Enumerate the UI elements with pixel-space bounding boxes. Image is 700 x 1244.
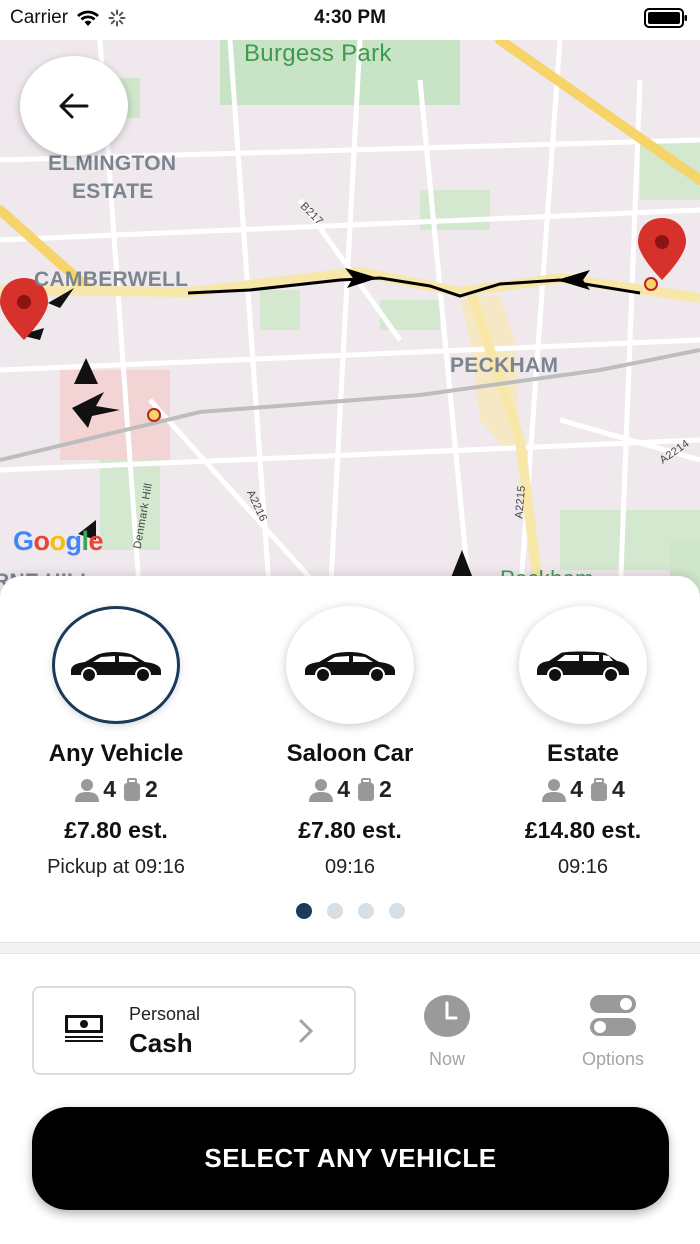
luggage-count: 2 [379, 776, 392, 802]
vehicle-icon-circle [519, 606, 647, 724]
back-button[interactable] [20, 56, 128, 156]
section-divider [0, 942, 700, 954]
vehicle-pickup: Pickup at 09:16 [47, 856, 185, 878]
map-label-estate: ESTATE [72, 180, 154, 203]
page-dot-4[interactable] [388, 903, 405, 919]
vehicle-price: £14.80 est. [524, 817, 642, 843]
map-label-park: Burgess Park [244, 40, 392, 67]
payment-method-selector[interactable]: Personal Cash [32, 986, 356, 1075]
options-label: Options [581, 1049, 645, 1069]
dropoff-pin [638, 218, 686, 280]
chevron-right-icon [299, 1019, 314, 1043]
status-bar: Carrier 4:30 PM [0, 0, 700, 40]
arrow-left-icon [59, 93, 89, 119]
vehicle-name: Estate [546, 740, 620, 767]
vehicle-card-estate[interactable]: Estate 4 4 £14.80 est. 09:16 [467, 606, 699, 879]
luggage-count: 2 [145, 776, 158, 802]
vehicle-icon-circle [286, 606, 414, 724]
map-label-camberwell: CAMBERWELL [34, 268, 189, 291]
passenger-count: 4 [103, 776, 116, 802]
clock-icon [424, 995, 470, 1037]
toggles-icon [590, 995, 636, 1036]
status-time: 4:30 PM [314, 7, 386, 28]
page-dot-1[interactable] [295, 903, 312, 919]
vehicle-capacity: 4 2 [234, 776, 466, 803]
cash-icon [65, 1015, 103, 1042]
car-icon [305, 652, 395, 683]
vehicle-capacity: 4 4 [467, 776, 699, 803]
payment-type: Personal [129, 1004, 201, 1024]
passenger-icon [542, 778, 567, 802]
vehicle-name: Any Vehicle [48, 740, 184, 767]
luggage-icon [124, 777, 140, 801]
payment-method: Cash [129, 1028, 193, 1058]
luggage-icon [358, 777, 374, 801]
passenger-count: 4 [570, 776, 583, 802]
car-icon [71, 652, 161, 683]
vehicle-name: Saloon Car [286, 740, 414, 767]
booking-screen: Carrier 4:30 PM Burgess Park ELMINGTON E… [0, 0, 700, 1244]
battery-icon [644, 8, 688, 33]
map-label-peckham: PECKHAM [450, 354, 559, 377]
select-vehicle-button[interactable]: SELECT ANY VEHICLE [32, 1107, 669, 1210]
luggage-count: 4 [612, 776, 625, 802]
vehicle-card-any[interactable]: Any Vehicle 4 2 £7.80 est. Pickup at 09:… [0, 606, 232, 879]
vehicle-icon-circle [52, 606, 180, 724]
luggage-icon [591, 777, 607, 801]
page-dot-3[interactable] [357, 903, 374, 919]
pagination-dots [0, 903, 700, 919]
vehicle-capacity: 4 2 [0, 776, 232, 803]
passenger-icon [309, 778, 334, 802]
vehicle-pickup: 09:16 [324, 856, 376, 878]
estate-car-icon [537, 651, 629, 683]
google-logo: Google [13, 526, 104, 556]
vehicle-card-saloon[interactable]: Saloon Car 4 2 £7.80 est. 09:16 [234, 606, 466, 879]
options-button[interactable]: Options [558, 994, 668, 1070]
now-label: Now [428, 1049, 465, 1069]
page-dot-2[interactable] [326, 903, 343, 919]
vehicle-sheet: Any Vehicle 4 2 £7.80 est. Pickup at 09:… [0, 576, 700, 1244]
vehicle-price: £7.80 est. [298, 817, 402, 843]
schedule-now-button[interactable]: Now [392, 994, 502, 1070]
vehicle-pickup: 09:16 [557, 856, 609, 878]
vehicle-price: £7.80 est. [64, 817, 168, 843]
passenger-icon [75, 778, 100, 802]
passenger-count: 4 [337, 776, 350, 802]
